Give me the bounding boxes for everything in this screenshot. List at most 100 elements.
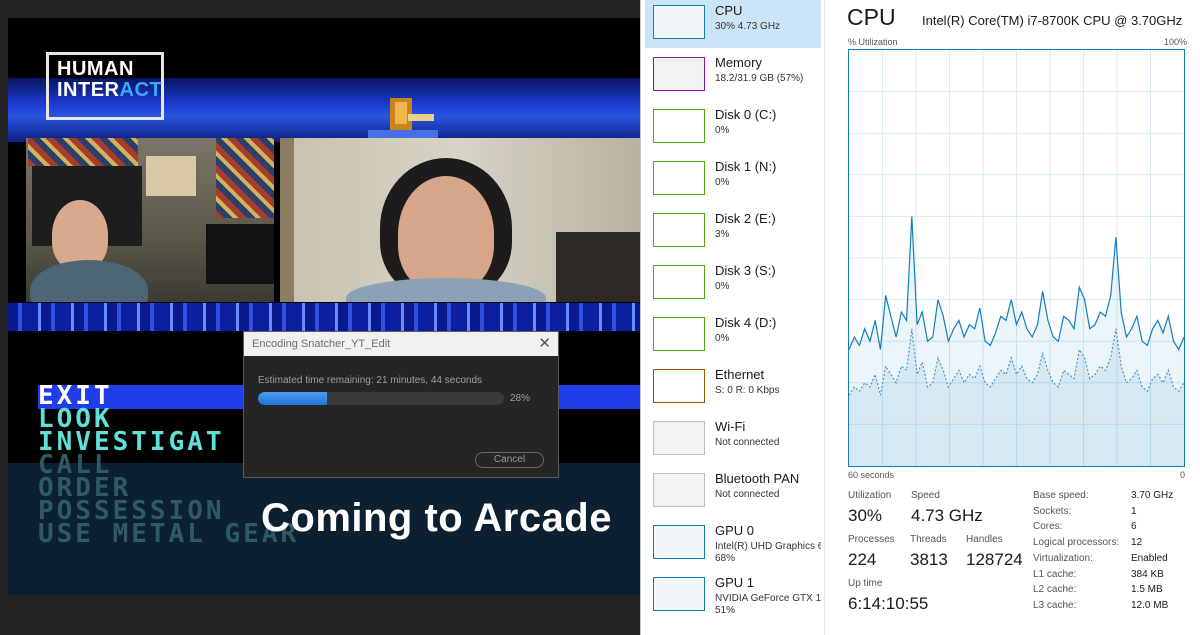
- detail-label: L3 cache:: [1033, 599, 1077, 611]
- detail-value: 384 KB: [1131, 568, 1164, 580]
- dialog-title: Encoding Snatcher_YT_Edit: [252, 338, 391, 350]
- sidebar-item-wi-fi[interactable]: Wi-Fi Not connected: [645, 416, 821, 464]
- uptime-value: 6:14:10:55: [848, 594, 929, 613]
- detail-value: 1.5 MB: [1131, 584, 1163, 596]
- encoding-dialog: Encoding Snatcher_YT_Edit ✕ Estimated ti…: [243, 331, 559, 478]
- dialog-titlebar[interactable]: Encoding Snatcher_YT_Edit ✕: [244, 332, 558, 356]
- webcam-right: [280, 138, 640, 302]
- detail-value: 6: [1131, 521, 1137, 533]
- speed-value: 4.73 GHz: [911, 506, 983, 525]
- guest-face: [398, 176, 494, 292]
- detail-label: L2 cache:: [1033, 584, 1077, 596]
- sidebar-item-status: 18.2/31.9 GB (57%): [715, 73, 804, 84]
- sidebar-item-cpu[interactable]: CPU 30% 4.73 GHz: [645, 0, 821, 48]
- dvd-wall: [216, 138, 274, 218]
- sidebar-item-ethernet[interactable]: Ethernet S: 0 R: 0 Kbps: [645, 364, 821, 412]
- detail-label: L1 cache:: [1033, 568, 1077, 580]
- detail-value: 3.70 GHz: [1131, 490, 1174, 501]
- sidebar-item-disk-0-c[interactable]: Disk 0 (C:) 0%: [645, 104, 821, 152]
- video-caption: Coming to Arcade: [261, 496, 612, 540]
- sidebar-item-gpu-0[interactable]: GPU 0 Intel(R) UHD Graphics 63068%: [645, 520, 821, 568]
- cpu-utilization-graph: [848, 49, 1185, 467]
- sidebar-item-status: Intel(R) UHD Graphics 630: [715, 541, 821, 552]
- detail-value: 12: [1131, 537, 1143, 549]
- logo-line-2: INTERACT: [57, 79, 163, 101]
- cpu-model-name: Intel(R) Core(TM) i7-8700K CPU @ 3.70GHz: [922, 13, 1183, 28]
- monitor: [206, 224, 274, 284]
- disk-4-d-mini-graph: [653, 317, 705, 351]
- gpu-1-mini-graph: [653, 577, 705, 611]
- utilization-axis-label: % Utilization: [848, 37, 898, 47]
- uptime-label: Up time: [848, 578, 883, 589]
- detail-label: Cores:: [1033, 521, 1063, 533]
- disk-3-s-mini-graph: [653, 265, 705, 299]
- sidebar-item-usage: 51%: [715, 605, 736, 616]
- sidebar-item-memory[interactable]: Memory 18.2/31.9 GB (57%): [645, 52, 821, 100]
- threads-label: Threads: [910, 534, 947, 545]
- speed-label: Speed: [911, 490, 940, 501]
- time-axis-zero: 0: [1179, 470, 1185, 480]
- detail-label: Sockets:: [1033, 505, 1072, 517]
- disk-0-c-mini-graph: [653, 109, 705, 143]
- sidebar-item-label: Bluetooth PAN: [715, 471, 800, 486]
- sidebar-item-label: GPU 0: [715, 523, 755, 538]
- sidebar-item-disk-2-e[interactable]: Disk 2 (E:) 3%: [645, 208, 821, 256]
- sidebar-item-label: Memory: [715, 55, 762, 70]
- cpu-detail-pane: CPU Intel(R) Core(TM) i7-8700K CPU @ 3.7…: [837, 0, 1200, 635]
- door-frame: [280, 138, 294, 302]
- humaninteract-logo: HUMAN INTERACT: [46, 52, 164, 120]
- picture-frame: [146, 156, 196, 196]
- sidebar-item-status: Not connected: [715, 437, 780, 448]
- cpu-mini-graph: [653, 5, 705, 39]
- threads-value: 3813: [910, 550, 948, 569]
- wall-posters: [28, 138, 138, 166]
- detail-label: Logical processors:: [1033, 537, 1120, 549]
- sidebar-item-bluetooth-pan[interactable]: Bluetooth PAN Not connected: [645, 468, 821, 516]
- close-icon[interactable]: ✕: [538, 332, 551, 356]
- host-shirt: [30, 260, 148, 302]
- disk-2-e-mini-graph: [653, 213, 705, 247]
- sidebar-item-label: Disk 1 (N:): [715, 159, 777, 174]
- time-remaining-text: Estimated time remaining: 21 minutes, 44…: [258, 375, 482, 386]
- encoding-progress-fill: [258, 392, 327, 405]
- sidebar-item-label: Wi-Fi: [715, 419, 746, 434]
- detail-label: Virtualization:: [1033, 552, 1093, 564]
- game-background-middle: [8, 303, 640, 331]
- logo-line-1: HUMAN: [57, 58, 134, 80]
- processes-label: Processes: [848, 534, 895, 545]
- utilization-label: Utilization: [848, 490, 892, 501]
- bluetooth-pan-mini-graph: [653, 473, 705, 507]
- page-title: CPU: [847, 4, 896, 30]
- sidebar-item-label: Ethernet: [715, 367, 765, 382]
- sidebar-item-label: Disk 2 (E:): [715, 211, 776, 226]
- desk-items: [556, 232, 640, 302]
- handles-label: Handles: [966, 534, 1003, 545]
- cancel-button[interactable]: Cancel: [475, 452, 544, 468]
- video-preview: HUMAN INTERACT EXIT LOOK INVESTIGAT CALL…: [8, 18, 640, 595]
- detail-label: Base speed:: [1033, 490, 1089, 501]
- time-axis-label: 60 seconds: [848, 470, 895, 480]
- progress-percent: 28%: [510, 393, 531, 404]
- handles-value: 128724: [966, 550, 1023, 569]
- sidebar-item-status: 0%: [715, 333, 730, 344]
- disk-1-n-mini-graph: [653, 161, 705, 195]
- detail-value: 12.0 MB: [1131, 599, 1169, 611]
- sidebar-item-label: Disk 4 (D:): [715, 315, 777, 330]
- sidebar-item-status: Not connected: [715, 489, 780, 500]
- detail-value: 1: [1131, 505, 1137, 517]
- sidebar-item-status: 0%: [715, 281, 730, 292]
- webcam-left: [26, 138, 274, 302]
- sidebar-item-disk-3-s[interactable]: Disk 3 (S:) 0%: [645, 260, 821, 308]
- sidebar-item-label: GPU 1: [715, 575, 755, 590]
- sidebar-item-status: NVIDIA GeForce GTX 1070: [715, 593, 821, 604]
- utilization-value: 30%: [848, 506, 883, 525]
- detail-value: Enabled: [1131, 552, 1168, 564]
- sidebar-item-label: CPU: [715, 3, 743, 18]
- sidebar-item-disk-4-d[interactable]: Disk 4 (D:) 0%: [645, 312, 821, 360]
- sidebar-item-disk-1-n[interactable]: Disk 1 (N:) 0%: [645, 156, 821, 204]
- task-manager-window: CPU 30% 4.73 GHz Memory 18.2/31.9 GB (57%) D…: [640, 0, 1200, 635]
- encoding-progress-bar: [258, 392, 504, 405]
- sidebar-item-gpu-1[interactable]: GPU 1 NVIDIA GeForce GTX 107051%: [645, 572, 821, 620]
- sidebar-item-label: Disk 0 (C:): [715, 107, 777, 122]
- guest-shirt: [346, 278, 546, 302]
